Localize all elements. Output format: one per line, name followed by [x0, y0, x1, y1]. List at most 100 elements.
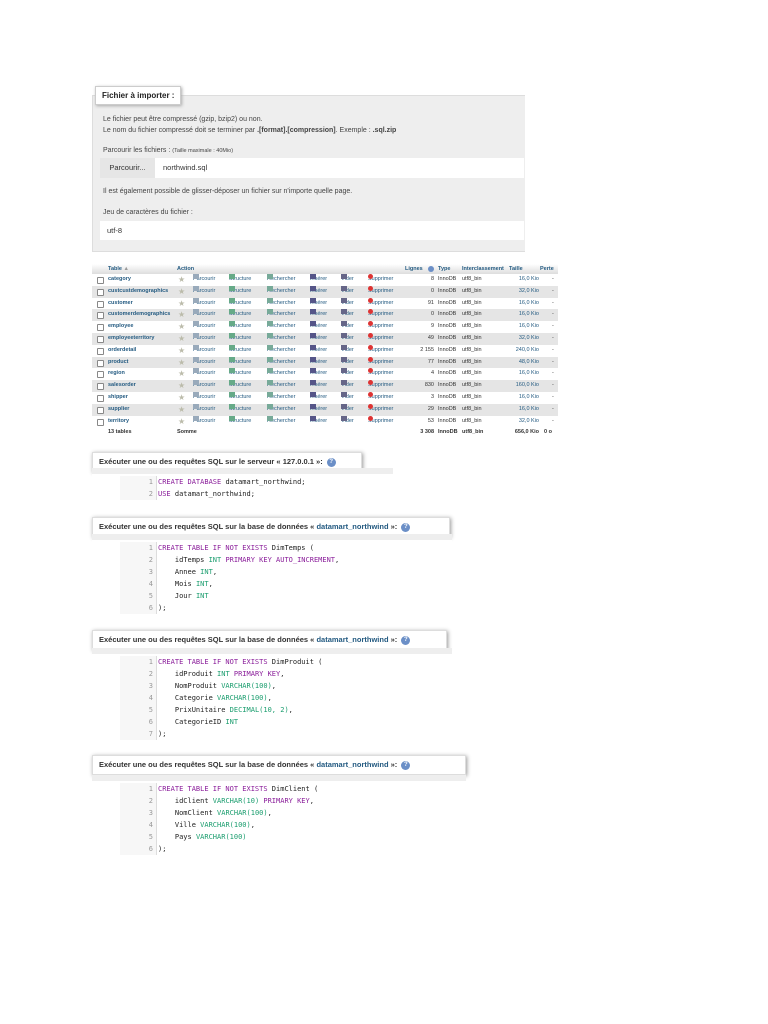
action-empty[interactable]: Vider [341, 309, 354, 321]
browse-button[interactable]: Parcourir... [100, 158, 155, 178]
action-drop[interactable]: Supprimer [368, 285, 393, 298]
action-browse[interactable]: Parcourir [193, 274, 215, 286]
action-structure[interactable]: Structure [229, 309, 251, 321]
file-input[interactable]: Parcourir... northwind.sql [100, 158, 524, 178]
favorite-star-icon[interactable]: ★ [178, 286, 185, 298]
action-structure[interactable]: Structure [229, 274, 251, 286]
table-name-link[interactable]: customerdemographics [108, 309, 170, 321]
action-drop[interactable]: Supprimer [368, 380, 393, 392]
action-browse[interactable]: Parcourir [193, 297, 215, 310]
action-drop[interactable]: Supprimer [368, 356, 393, 369]
action-search[interactable]: Rechercher [267, 380, 295, 392]
action-insert[interactable]: Insérer [310, 344, 327, 357]
favorite-star-icon[interactable]: ★ [178, 380, 185, 392]
action-insert[interactable]: Insérer [310, 380, 327, 392]
action-drop[interactable]: Supprimer [368, 368, 393, 380]
action-insert[interactable]: Insérer [310, 321, 327, 333]
table-name-link[interactable]: employeeterritory [108, 333, 154, 345]
action-insert[interactable]: Insérer [310, 356, 327, 369]
table-name-link[interactable]: salesorder [108, 380, 136, 392]
table-name-link[interactable]: product [108, 357, 128, 369]
action-search[interactable]: Rechercher [267, 332, 295, 345]
action-insert[interactable]: Insérer [310, 415, 327, 428]
action-structure[interactable]: Structure [229, 285, 251, 298]
action-drop[interactable]: Supprimer [368, 332, 393, 345]
action-drop[interactable]: Supprimer [368, 297, 393, 310]
help-icon[interactable]: ? [401, 522, 411, 532]
favorite-star-icon[interactable]: ★ [178, 404, 185, 416]
database-link[interactable]: datamart_northwind [316, 522, 388, 531]
row-checkbox[interactable] [97, 394, 104, 402]
header-table[interactable]: Table ▲ [108, 264, 129, 274]
action-browse[interactable]: Parcourir [193, 321, 215, 333]
action-structure[interactable]: Structure [229, 332, 251, 345]
action-empty[interactable]: Vider [341, 356, 354, 369]
action-drop[interactable]: Supprimer [368, 274, 393, 286]
action-browse[interactable]: Parcourir [193, 356, 215, 369]
favorite-star-icon[interactable]: ★ [178, 345, 185, 357]
action-empty[interactable]: Vider [341, 415, 354, 428]
row-checkbox[interactable] [97, 406, 104, 414]
action-structure[interactable]: Structure [229, 380, 251, 392]
action-search[interactable]: Rechercher [267, 415, 295, 428]
sql-code-editor[interactable]: 1 CREATE TABLE IF NOT EXISTS DimProduit (… [92, 648, 452, 742]
row-checkbox[interactable] [97, 359, 104, 367]
action-drop[interactable]: Supprimer [368, 391, 393, 404]
row-checkbox[interactable] [97, 335, 104, 343]
action-empty[interactable]: Vider [341, 380, 354, 392]
action-search[interactable]: Rechercher [267, 321, 295, 333]
row-checkbox[interactable] [97, 277, 104, 284]
action-insert[interactable]: Insérer [310, 297, 327, 310]
action-insert[interactable]: Insérer [310, 368, 327, 380]
action-structure[interactable]: Structure [229, 344, 251, 357]
row-checkbox[interactable] [97, 300, 104, 308]
table-name-link[interactable]: category [108, 274, 131, 286]
header-rows[interactable]: Lignes [405, 264, 423, 274]
row-checkbox[interactable] [97, 324, 104, 332]
favorite-star-icon[interactable]: ★ [178, 321, 185, 333]
action-drop[interactable]: Supprimer [368, 321, 393, 333]
header-overhead[interactable]: Perte [540, 264, 554, 274]
action-search[interactable]: Rechercher [267, 356, 295, 369]
action-browse[interactable]: Parcourir [193, 309, 215, 321]
help-icon[interactable]: ? [326, 457, 336, 467]
row-checkbox[interactable] [97, 312, 104, 320]
action-empty[interactable]: Vider [341, 274, 354, 286]
favorite-star-icon[interactable]: ★ [178, 298, 185, 310]
charset-select[interactable]: utf-8 [100, 221, 524, 240]
action-structure[interactable]: Structure [229, 321, 251, 333]
action-structure[interactable]: Structure [229, 391, 251, 404]
action-search[interactable]: Rechercher [267, 391, 295, 404]
favorite-star-icon[interactable]: ★ [178, 357, 185, 369]
database-link[interactable]: datamart_northwind [316, 760, 388, 769]
action-empty[interactable]: Vider [341, 321, 354, 333]
action-drop[interactable]: Supprimer [368, 344, 393, 357]
table-name-link[interactable]: supplier [108, 404, 129, 416]
favorite-star-icon[interactable]: ★ [178, 309, 185, 321]
action-browse[interactable]: Parcourir [193, 415, 215, 428]
sql-code-editor[interactable]: 1 CREATE TABLE IF NOT EXISTS DimTemps (2 … [92, 534, 452, 616]
action-search[interactable]: Rechercher [267, 285, 295, 298]
action-empty[interactable]: Vider [341, 344, 354, 357]
action-empty[interactable]: Vider [341, 332, 354, 345]
sql-code-editor[interactable]: 1 CREATE DATABASE datamart_northwind; 2 USE… [92, 468, 393, 502]
action-empty[interactable]: Vider [341, 403, 354, 416]
action-browse[interactable]: Parcourir [193, 344, 215, 357]
row-checkbox[interactable] [97, 383, 104, 391]
header-size[interactable]: Taille [509, 264, 523, 274]
table-name-link[interactable]: orderdetail [108, 345, 136, 357]
row-checkbox[interactable] [97, 288, 104, 296]
action-drop[interactable]: Supprimer [368, 403, 393, 416]
action-search[interactable]: Rechercher [267, 403, 295, 416]
favorite-star-icon[interactable]: ★ [178, 392, 185, 404]
table-name-link[interactable]: employee [108, 321, 133, 333]
help-icon[interactable]: ? [401, 760, 411, 770]
action-structure[interactable]: Structure [229, 368, 251, 380]
action-structure[interactable]: Structure [229, 415, 251, 428]
table-name-link[interactable]: custcustdemographics [108, 286, 168, 298]
action-insert[interactable]: Insérer [310, 403, 327, 416]
action-empty[interactable]: Vider [341, 285, 354, 298]
sql-code-editor[interactable]: 1 CREATE TABLE IF NOT EXISTS DimClient (2… [92, 775, 466, 857]
action-browse[interactable]: Parcourir [193, 380, 215, 392]
favorite-star-icon[interactable]: ★ [178, 274, 185, 286]
